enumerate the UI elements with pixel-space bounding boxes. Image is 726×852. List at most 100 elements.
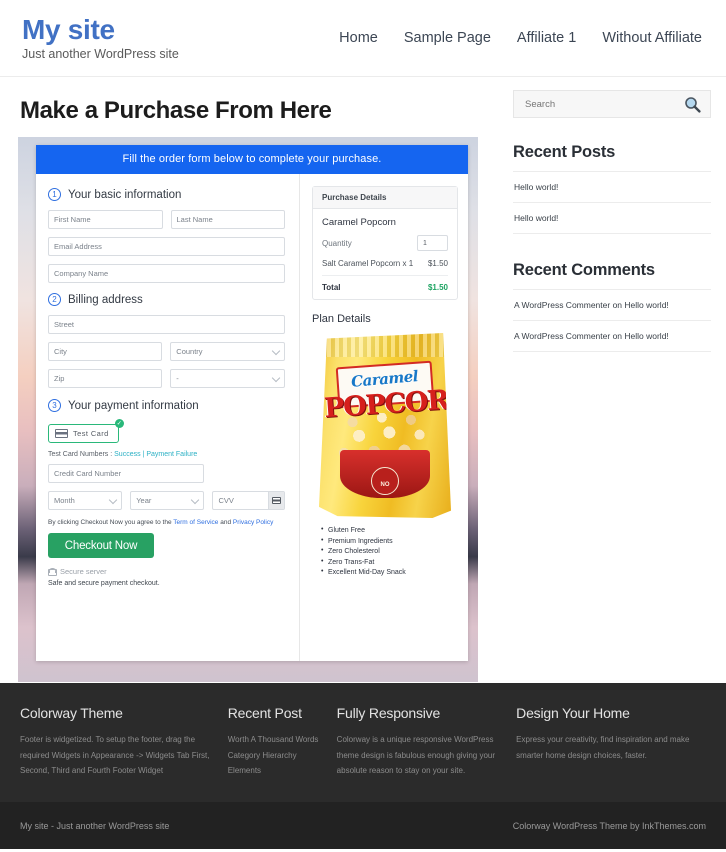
nav-item-without-affiliate[interactable]: Without Affiliate bbox=[602, 30, 702, 46]
order-banner: Fill the order form below to complete yo… bbox=[36, 145, 468, 174]
list-item[interactable]: A WordPress Commenter on Hello world! bbox=[513, 321, 711, 352]
primary-navigation: Home Sample Page Affiliate 1 Without Aff… bbox=[339, 30, 704, 46]
credit-card-row: Credit Card Number bbox=[48, 464, 285, 483]
list-item[interactable]: Hello world! bbox=[513, 172, 711, 203]
street-input[interactable]: Street bbox=[48, 315, 285, 334]
list-item: Zero Cholesterol bbox=[321, 547, 458, 555]
list-item[interactable]: Elements bbox=[228, 763, 323, 779]
footer-column-title: Design Your Home bbox=[516, 705, 630, 721]
copyright-left: My site - Just another WordPress site bbox=[20, 820, 170, 831]
footer-recent-post-list: Worth A Thousand Words Category Hierarch… bbox=[228, 732, 323, 779]
step-1-heading: 1 Your basic information bbox=[48, 188, 285, 201]
lock-icon bbox=[48, 567, 57, 576]
purchase-detail-pane: Purchase Details Caramel Popcorn Quantit… bbox=[300, 174, 468, 661]
test-card-label: Test Card bbox=[73, 429, 109, 438]
quantity-label: Quantity bbox=[322, 238, 352, 248]
success-link[interactable]: Success bbox=[114, 451, 140, 458]
checkout-form-pane: 1 Your basic information First Name Last… bbox=[36, 174, 300, 661]
step-3-number: 3 bbox=[48, 399, 61, 412]
total-price: $1.50 bbox=[427, 283, 448, 292]
checkout-card-body: 1 Your basic information First Name Last… bbox=[36, 174, 468, 661]
recent-comments-title: Recent Comments bbox=[513, 261, 711, 290]
product-name: Caramel Popcorn bbox=[322, 217, 396, 228]
list-item[interactable]: Category Hierarchy bbox=[228, 748, 323, 764]
payment-failure-link[interactable]: Payment Failure bbox=[146, 451, 197, 458]
check-circle-icon: ✓ bbox=[114, 419, 124, 428]
last-name-input[interactable]: Last Name bbox=[170, 210, 285, 229]
search-input[interactable] bbox=[525, 98, 684, 110]
terms-of-service-link[interactable]: Term of Service bbox=[173, 519, 218, 526]
search-icon[interactable] bbox=[684, 96, 701, 113]
site-title[interactable]: My site bbox=[22, 14, 179, 44]
list-item[interactable]: Hello world! bbox=[513, 203, 711, 234]
chevron-down-icon bbox=[271, 346, 281, 355]
expiry-year-select[interactable]: Year bbox=[130, 491, 205, 510]
first-name-input[interactable]: First Name bbox=[48, 210, 163, 229]
plan-feature-list: Gluten Free Premium Ingredients Zero Cho… bbox=[312, 526, 458, 576]
zip-input[interactable]: Zip bbox=[48, 369, 163, 388]
test-card-option[interactable]: Test Card ✓ bbox=[48, 419, 124, 443]
cvv-field-wrapper: CVV bbox=[212, 491, 285, 510]
checkout-now-button[interactable]: Checkout Now bbox=[48, 533, 154, 558]
city-input[interactable]: City bbox=[48, 342, 163, 361]
step-3-heading: 3 Your payment information bbox=[48, 399, 285, 412]
footer-column-text: Colorway is a unique responsive WordPres… bbox=[336, 735, 495, 776]
sidebar: Recent Posts Hello world! Hello world! R… bbox=[500, 77, 726, 683]
checkout-card: Fill the order form below to complete yo… bbox=[36, 145, 468, 661]
main-content: Make a Purchase From Here Fill the order… bbox=[0, 77, 500, 683]
expiry-cvv-row: Month Year CVV bbox=[48, 491, 285, 510]
widget-spacer bbox=[513, 234, 711, 261]
list-item: Excellent Mid-Day Snack bbox=[321, 568, 458, 576]
list-item[interactable]: Worth A Thousand Words bbox=[228, 732, 323, 748]
chevron-down-icon bbox=[271, 373, 281, 382]
step-3-title: Your payment information bbox=[68, 399, 199, 412]
step-1-title: Your basic information bbox=[68, 188, 182, 201]
purchase-details-box: Purchase Details Caramel Popcorn Quantit… bbox=[312, 186, 458, 300]
country-select-value: Country bbox=[176, 347, 203, 356]
recent-posts-title: Recent Posts bbox=[513, 143, 711, 172]
footer-column-text: Express your creativity, find inspiratio… bbox=[516, 735, 690, 760]
footer-column-title: Fully Responsive bbox=[336, 705, 441, 721]
checkout-background: Fill the order form below to complete yo… bbox=[18, 137, 478, 682]
site-footer: Colorway Theme Footer is widgetized. To … bbox=[0, 683, 726, 802]
secure-server-label: Secure server bbox=[60, 567, 107, 576]
list-item[interactable]: A WordPress Commenter on Hello world! bbox=[513, 290, 711, 321]
product-image: NO Caramel POPCORN bbox=[319, 333, 451, 518]
purchase-details-heading: Purchase Details bbox=[313, 187, 457, 209]
terms-notice: By clicking Checkout Now you agree to th… bbox=[48, 519, 285, 526]
credit-card-icon bbox=[55, 429, 68, 438]
quantity-row: Quantity 1 bbox=[322, 235, 448, 251]
nav-item-sample-page[interactable]: Sample Page bbox=[404, 30, 491, 46]
total-row: Total $1.50 bbox=[322, 276, 448, 292]
page-body: Make a Purchase From Here Fill the order… bbox=[0, 77, 726, 683]
expiry-month-select[interactable]: Month bbox=[48, 491, 123, 510]
recent-comments-list: A WordPress Commenter on Hello world! A … bbox=[513, 290, 711, 352]
list-item: Gluten Free bbox=[321, 526, 458, 534]
country-select[interactable]: Country bbox=[170, 342, 285, 361]
credit-card-number-input[interactable]: Credit Card Number bbox=[48, 464, 205, 483]
test-card-numbers-prefix: Test Card Numbers : bbox=[48, 451, 115, 458]
total-label: Total bbox=[322, 283, 341, 292]
nav-item-home[interactable]: Home bbox=[339, 30, 378, 46]
step-1-number: 1 bbox=[48, 188, 61, 201]
email-input[interactable]: Email Address bbox=[48, 237, 285, 256]
cvv-card-icon bbox=[268, 492, 284, 509]
zip-state-row: Zip - bbox=[48, 369, 285, 388]
no-artificial-badge: NO bbox=[381, 482, 390, 488]
test-card-button[interactable]: Test Card bbox=[48, 424, 119, 443]
nav-item-affiliate-1[interactable]: Affiliate 1 bbox=[517, 30, 576, 46]
terms-prefix: By clicking Checkout Now you agree to th… bbox=[48, 519, 174, 526]
state-select[interactable]: - bbox=[170, 369, 285, 388]
privacy-policy-link[interactable]: Privacy Policy bbox=[233, 519, 273, 526]
copyright-right[interactable]: Colorway WordPress Theme by InkThemes.co… bbox=[513, 821, 706, 831]
name-field-row: First Name Last Name bbox=[48, 210, 285, 229]
site-branding[interactable]: My site Just another WordPress site bbox=[22, 14, 179, 61]
footer-column-fully-responsive: Fully Responsive Colorway is a unique re… bbox=[337, 705, 517, 779]
site-header: My site Just another WordPress site Home… bbox=[0, 0, 726, 77]
quantity-input[interactable]: 1 bbox=[417, 235, 448, 251]
company-input[interactable]: Company Name bbox=[48, 264, 285, 283]
line-item-label: Salt Caramel Popcorn x 1 bbox=[322, 259, 414, 268]
search-widget[interactable] bbox=[513, 90, 711, 118]
terms-middle: and bbox=[218, 519, 233, 526]
step-2-title: Billing address bbox=[68, 293, 143, 306]
